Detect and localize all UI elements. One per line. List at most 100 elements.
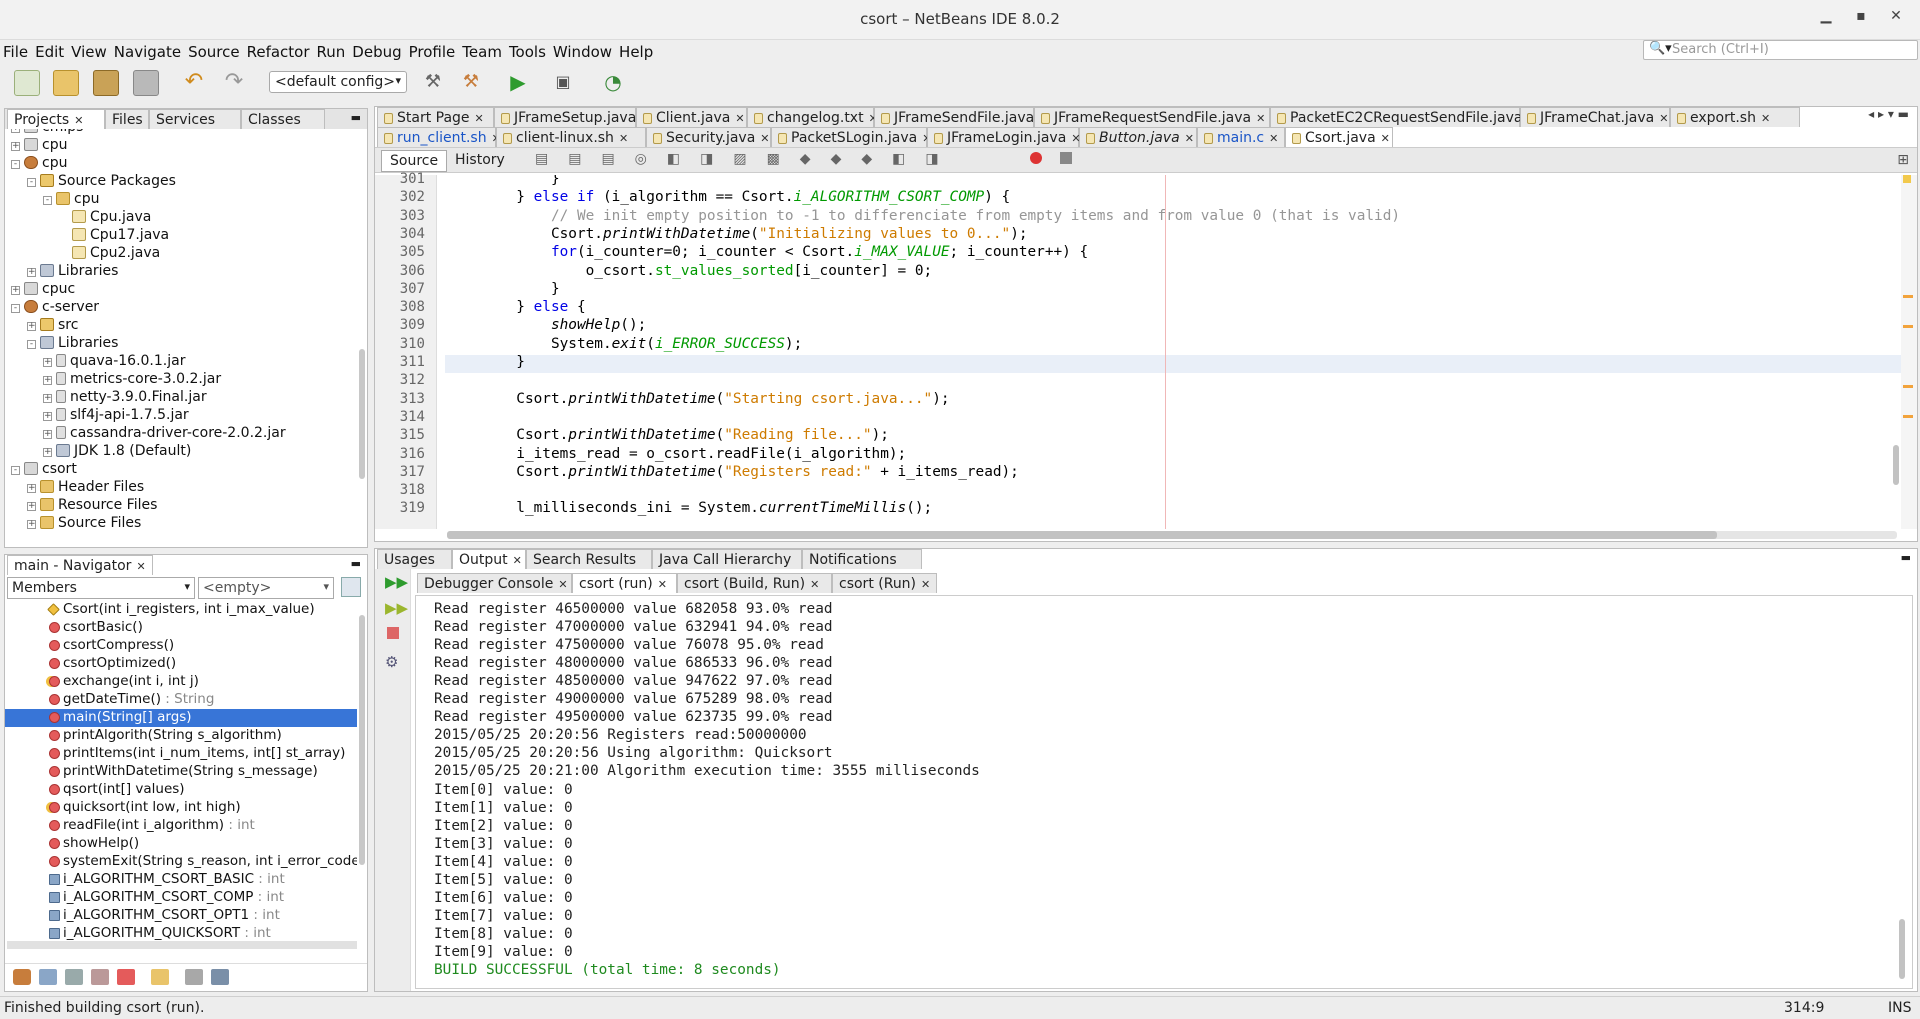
close-icon[interactable]: ✕: [1256, 112, 1265, 125]
tree-item[interactable]: + JDK 1.8 (Default): [43, 443, 191, 461]
close-icon[interactable]: ✕: [760, 132, 769, 145]
navigator-item[interactable]: csortOptimized(): [45, 655, 176, 673]
menu-item-navigate[interactable]: Navigate: [111, 40, 185, 61]
tree-item[interactable]: + cpuc: [11, 281, 75, 299]
navigator-item[interactable]: quicksort(int low, int high): [45, 799, 241, 817]
tab-navigator[interactable]: main - Navigator ✕: [7, 555, 153, 575]
close-icon[interactable]: ✕: [1761, 112, 1770, 125]
collapse-icon[interactable]: -: [27, 178, 36, 187]
tree-item[interactable]: + src: [27, 317, 78, 335]
navigator-item[interactable]: i_ALGORITHM_CSORT_BASIC : int: [45, 871, 285, 889]
split-editor-icon[interactable]: ⊞: [1897, 152, 1909, 168]
editor-tab-3[interactable]: changelog.txt✕: [747, 107, 878, 127]
editor-tab-8[interactable]: export.sh ✕: [1670, 107, 1800, 127]
clean-build-icon[interactable]: ⚒: [458, 70, 484, 96]
tree-item[interactable]: + cpu: [11, 137, 67, 155]
build-icon[interactable]: ⚒: [420, 70, 446, 96]
editor-tab-5[interactable]: JFrameRequestSendFile.java ✕: [1034, 107, 1270, 127]
close-icon[interactable]: ✕: [735, 112, 744, 125]
save-all-icon[interactable]: [133, 70, 159, 96]
menu-item-debug[interactable]: Debug: [349, 40, 405, 61]
undo-icon[interactable]: ↶: [181, 70, 207, 96]
new-project-icon[interactable]: [53, 70, 79, 96]
sort-name-icon[interactable]: [185, 969, 203, 985]
navigator-item[interactable]: main(String[] args): [5, 709, 357, 727]
navigator-item[interactable]: printWithDatetime(String s_message): [45, 763, 318, 781]
menu-item-edit[interactable]: Edit: [32, 40, 68, 61]
projects-tab-0[interactable]: Projects ✕: [7, 109, 105, 129]
editor-hscrollbar[interactable]: [447, 531, 1897, 539]
expand-icon[interactable]: +: [27, 268, 36, 277]
sort-source-icon[interactable]: [151, 969, 169, 985]
close-icon[interactable]: ✕: [1659, 112, 1668, 125]
expand-icon[interactable]: +: [43, 376, 52, 385]
editor-tab2-0[interactable]: run_client.sh✕: [377, 127, 501, 147]
projects-tab-2[interactable]: Services: [149, 109, 241, 129]
editor-vscrollbar[interactable]: [1893, 445, 1899, 485]
tree-item[interactable]: + Libraries: [27, 263, 118, 281]
editor-tab2-2[interactable]: Security.java ✕: [646, 127, 771, 147]
editor-tab2-6[interactable]: main.c ✕: [1197, 127, 1285, 147]
navigator-item[interactable]: csortBasic(): [45, 619, 143, 637]
projects-tab-1[interactable]: Files: [105, 109, 149, 129]
collapse-icon[interactable]: -: [11, 304, 20, 313]
record-macro-icon[interactable]: [1030, 152, 1042, 164]
tree-item[interactable]: - cpu: [43, 191, 99, 209]
expand-icon[interactable]: +: [43, 430, 52, 439]
editor-hscroll-thumb[interactable]: [447, 531, 1717, 539]
collapse-icon[interactable]: -: [11, 160, 20, 169]
tree-item[interactable]: + metrics-core-3.0.2.jar: [43, 371, 221, 389]
members-select[interactable]: Members ▾: [7, 577, 195, 599]
debug-icon[interactable]: ▣: [550, 70, 576, 96]
warning-marker[interactable]: [1903, 325, 1913, 328]
collapse-icon[interactable]: -: [27, 340, 36, 349]
new-file-icon[interactable]: [14, 70, 40, 96]
expand-icon[interactable]: +: [11, 286, 20, 295]
editor-tab2-7[interactable]: Csort.java ✕: [1285, 127, 1393, 147]
menu-item-source[interactable]: Source: [185, 40, 244, 61]
navigator-item[interactable]: showHelp(): [45, 835, 139, 853]
profile-icon[interactable]: ◔: [600, 70, 626, 96]
empty-select[interactable]: <empty> ▾: [198, 577, 334, 599]
tree-item[interactable]: + quava-16.0.1.jar: [43, 353, 185, 371]
editor-action-icons[interactable]: ▤▤▤◎◧◨▨▩◆◆◆◧◨: [535, 151, 959, 167]
expand-icon[interactable]: +: [11, 129, 20, 133]
tree-item[interactable]: - csort: [11, 461, 77, 479]
expand-icon[interactable]: +: [27, 484, 36, 493]
projects-scrollbar[interactable]: [359, 349, 365, 479]
tree-item[interactable]: + Source Files: [27, 515, 141, 533]
editor-tab2-4[interactable]: JFrameLogin.java ✕: [927, 127, 1081, 147]
close-icon[interactable]: ✕: [619, 132, 628, 145]
tree-item[interactable]: + netty-3.9.0.Final.jar: [43, 389, 207, 407]
navigator-item[interactable]: qsort(int[] values): [45, 781, 185, 799]
warning-marker[interactable]: [1903, 415, 1913, 418]
editor-tab2-5[interactable]: Button.java ✕: [1079, 127, 1197, 147]
tree-item[interactable]: Cpu2.java: [59, 245, 160, 263]
expand-icon[interactable]: +: [43, 412, 52, 421]
navigator-item[interactable]: getDateTime() : String: [45, 691, 214, 709]
run-icon[interactable]: ▶: [505, 70, 531, 96]
navigator-item[interactable]: Csort(int i_registers, int i_max_value): [45, 601, 315, 619]
menu-item-run[interactable]: Run: [314, 40, 350, 61]
warning-marker[interactable]: [1903, 295, 1913, 298]
close-icon[interactable]: ✕: [1185, 132, 1194, 145]
navigator-hscrollbar[interactable]: [7, 941, 357, 949]
redo-icon[interactable]: ↷: [221, 70, 247, 96]
navigator-item[interactable]: i_ALGORITHM_CSORT_COMP : int: [45, 889, 284, 907]
filter-methods-icon[interactable]: [117, 969, 135, 985]
editor-tab2-3[interactable]: PacketSLogin.java✕: [771, 127, 931, 147]
navigator-item[interactable]: csortCompress(): [45, 637, 174, 655]
warning-marker[interactable]: [1903, 175, 1911, 183]
editor-tab-0[interactable]: Start Page ✕: [377, 107, 494, 127]
tree-item[interactable]: + slf4j-api-1.7.5.jar: [43, 407, 189, 425]
maximize-icon[interactable]: ▪: [1850, 8, 1872, 30]
expand-icon[interactable]: +: [27, 322, 36, 331]
tree-item[interactable]: Cpu.java: [59, 209, 151, 227]
code-area[interactable]: } } else if (i_algorithm == Csort.i_ALGO…: [447, 175, 1907, 529]
stop-macro-icon[interactable]: [1060, 152, 1072, 164]
close-icon[interactable]: ✕: [1269, 132, 1278, 145]
tree-item[interactable]: Cpu17.java: [59, 227, 169, 245]
tree-item[interactable]: - Libraries: [27, 335, 118, 353]
tree-item[interactable]: - Source Packages: [27, 173, 176, 191]
close-icon[interactable]: ✕: [136, 560, 145, 573]
